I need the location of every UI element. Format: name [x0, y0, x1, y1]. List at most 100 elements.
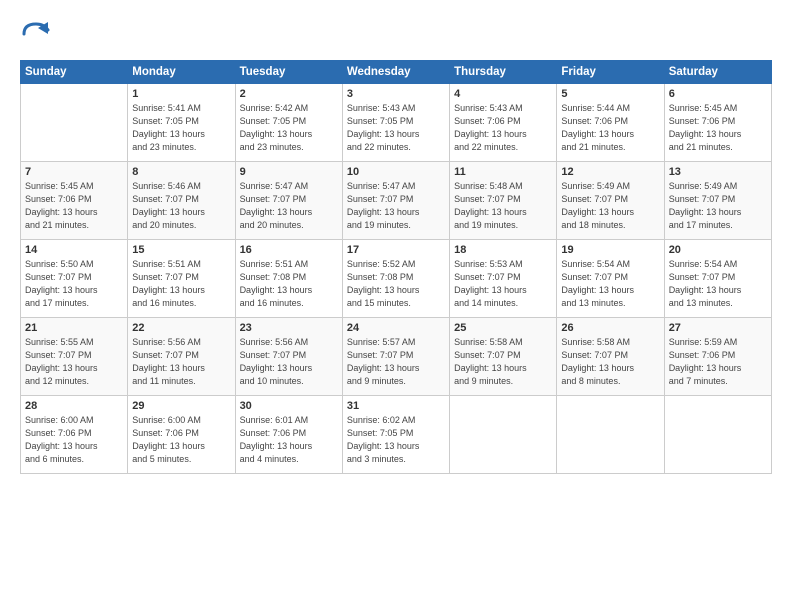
day-info: Sunrise: 5:47 AM Sunset: 7:07 PM Dayligh…: [240, 180, 338, 232]
calendar-day-cell: 31 Sunrise: 6:02 AM Sunset: 7:05 PM Dayli…: [342, 396, 449, 474]
day-info: Sunrise: 5:44 AM Sunset: 7:06 PM Dayligh…: [561, 102, 659, 154]
header: [20, 18, 772, 50]
day-number: 31: [347, 400, 445, 412]
calendar-day-cell: 22Sunrise: 5:56 AM Sunset: 7:07 PM Dayli…: [128, 318, 235, 396]
calendar-day-cell: 30 Sunrise: 6:01 AM Sunset: 7:06 PM Dayli…: [235, 396, 342, 474]
calendar-day-cell: 5Sunrise: 5:44 AM Sunset: 7:06 PM Daylig…: [557, 84, 664, 162]
day-info: Sunrise: 5:41 AM Sunset: 7:05 PM Dayligh…: [132, 102, 230, 154]
day-info: Sunrise: 5:50 AM Sunset: 7:07 PM Dayligh…: [25, 258, 123, 310]
day-info: Sunrise: 5:59 AM Sunset: 7:06 PM Dayligh…: [669, 336, 767, 388]
calendar-day-cell: 29 Sunrise: 6:00 AM Sunset: 7:06 PM Dayli…: [128, 396, 235, 474]
calendar-day-cell: 11Sunrise: 5:48 AM Sunset: 7:07 PM Dayli…: [450, 162, 557, 240]
day-number: 10: [347, 166, 445, 178]
calendar-day-cell: 19 Sunrise: 5:54 AM Sunset: 7:07 PM Dayli…: [557, 240, 664, 318]
day-number: 1: [132, 88, 230, 100]
day-info: Sunrise: 5:54 AM Sunset: 7:07 PM Dayligh…: [561, 258, 659, 310]
day-number: 8: [132, 166, 230, 178]
day-info: Sunrise: 5:45 AM Sunset: 7:06 PM Dayligh…: [669, 102, 767, 154]
day-number: 7: [25, 166, 123, 178]
day-info: Sunrise: 5:57 AM Sunset: 7:07 PM Dayligh…: [347, 336, 445, 388]
day-info: Sunrise: 5:45 AM Sunset: 7:06 PM Dayligh…: [25, 180, 123, 232]
day-number: 25: [454, 322, 552, 334]
day-info: Sunrise: 5:47 AM Sunset: 7:07 PM Dayligh…: [347, 180, 445, 232]
day-number: 11: [454, 166, 552, 178]
day-info: Sunrise: 5:53 AM Sunset: 7:07 PM Dayligh…: [454, 258, 552, 310]
day-number: 4: [454, 88, 552, 100]
calendar-day-cell: [557, 396, 664, 474]
day-number: 22: [132, 322, 230, 334]
calendar-day-header: Wednesday: [342, 61, 449, 84]
calendar-week-row: 14 Sunrise: 5:50 AM Sunset: 7:07 PM Dayli…: [21, 240, 772, 318]
page: SundayMondayTuesdayWednesdayThursdayFrid…: [0, 0, 792, 612]
calendar-week-row: 7 Sunrise: 5:45 AM Sunset: 7:06 PM Daylig…: [21, 162, 772, 240]
calendar-day-header: Tuesday: [235, 61, 342, 84]
calendar-day-cell: 10 Sunrise: 5:47 AM Sunset: 7:07 PM Dayli…: [342, 162, 449, 240]
calendar-day-cell: 9Sunrise: 5:47 AM Sunset: 7:07 PM Daylig…: [235, 162, 342, 240]
day-number: 20: [669, 244, 767, 256]
calendar-day-cell: 14 Sunrise: 5:50 AM Sunset: 7:07 PM Dayli…: [21, 240, 128, 318]
day-info: Sunrise: 5:43 AM Sunset: 7:05 PM Dayligh…: [347, 102, 445, 154]
day-number: 14: [25, 244, 123, 256]
day-number: 19: [561, 244, 659, 256]
day-info: Sunrise: 6:00 AM Sunset: 7:06 PM Dayligh…: [25, 414, 123, 466]
calendar-header-row: SundayMondayTuesdayWednesdayThursdayFrid…: [21, 61, 772, 84]
day-info: Sunrise: 5:52 AM Sunset: 7:08 PM Dayligh…: [347, 258, 445, 310]
day-number: 27: [669, 322, 767, 334]
calendar-week-row: 28 Sunrise: 6:00 AM Sunset: 7:06 PM Dayli…: [21, 396, 772, 474]
day-number: 28: [25, 400, 123, 412]
day-number: 6: [669, 88, 767, 100]
calendar-day-cell: 16 Sunrise: 5:51 AM Sunset: 7:08 PM Dayli…: [235, 240, 342, 318]
calendar-day-cell: 27 Sunrise: 5:59 AM Sunset: 7:06 PM Dayli…: [664, 318, 771, 396]
calendar-day-cell: [21, 84, 128, 162]
day-number: 23: [240, 322, 338, 334]
day-number: 30: [240, 400, 338, 412]
calendar-week-row: 21Sunrise: 5:55 AM Sunset: 7:07 PM Dayli…: [21, 318, 772, 396]
day-number: 29: [132, 400, 230, 412]
calendar-table: SundayMondayTuesdayWednesdayThursdayFrid…: [20, 60, 772, 474]
day-info: Sunrise: 5:46 AM Sunset: 7:07 PM Dayligh…: [132, 180, 230, 232]
calendar-day-cell: 2 Sunrise: 5:42 AM Sunset: 7:05 PM Daylig…: [235, 84, 342, 162]
logo: [20, 18, 56, 50]
day-number: 16: [240, 244, 338, 256]
day-number: 24: [347, 322, 445, 334]
calendar-day-cell: 6 Sunrise: 5:45 AM Sunset: 7:06 PM Daylig…: [664, 84, 771, 162]
calendar-day-cell: 17 Sunrise: 5:52 AM Sunset: 7:08 PM Dayli…: [342, 240, 449, 318]
calendar-day-cell: 25 Sunrise: 5:58 AM Sunset: 7:07 PM Dayli…: [450, 318, 557, 396]
calendar-week-row: 1 Sunrise: 5:41 AM Sunset: 7:05 PM Daylig…: [21, 84, 772, 162]
calendar-day-cell: 21Sunrise: 5:55 AM Sunset: 7:07 PM Dayli…: [21, 318, 128, 396]
day-info: Sunrise: 5:49 AM Sunset: 7:07 PM Dayligh…: [669, 180, 767, 232]
day-info: Sunrise: 5:58 AM Sunset: 7:07 PM Dayligh…: [561, 336, 659, 388]
calendar-day-cell: [450, 396, 557, 474]
day-number: 26: [561, 322, 659, 334]
calendar-day-cell: 18Sunrise: 5:53 AM Sunset: 7:07 PM Dayli…: [450, 240, 557, 318]
day-info: Sunrise: 5:55 AM Sunset: 7:07 PM Dayligh…: [25, 336, 123, 388]
calendar-day-cell: 13 Sunrise: 5:49 AM Sunset: 7:07 PM Dayli…: [664, 162, 771, 240]
day-info: Sunrise: 6:01 AM Sunset: 7:06 PM Dayligh…: [240, 414, 338, 466]
calendar-day-cell: 1 Sunrise: 5:41 AM Sunset: 7:05 PM Daylig…: [128, 84, 235, 162]
calendar-day-cell: 4Sunrise: 5:43 AM Sunset: 7:06 PM Daylig…: [450, 84, 557, 162]
calendar-day-header: Thursday: [450, 61, 557, 84]
calendar-day-cell: 15Sunrise: 5:51 AM Sunset: 7:07 PM Dayli…: [128, 240, 235, 318]
day-number: 12: [561, 166, 659, 178]
calendar-day-cell: 24 Sunrise: 5:57 AM Sunset: 7:07 PM Dayli…: [342, 318, 449, 396]
day-number: 2: [240, 88, 338, 100]
day-info: Sunrise: 5:58 AM Sunset: 7:07 PM Dayligh…: [454, 336, 552, 388]
calendar-day-cell: 26 Sunrise: 5:58 AM Sunset: 7:07 PM Dayli…: [557, 318, 664, 396]
calendar-day-cell: 8 Sunrise: 5:46 AM Sunset: 7:07 PM Daylig…: [128, 162, 235, 240]
day-info: Sunrise: 5:42 AM Sunset: 7:05 PM Dayligh…: [240, 102, 338, 154]
calendar-day-cell: 28 Sunrise: 6:00 AM Sunset: 7:06 PM Dayli…: [21, 396, 128, 474]
calendar-day-cell: 20Sunrise: 5:54 AM Sunset: 7:07 PM Dayli…: [664, 240, 771, 318]
day-number: 17: [347, 244, 445, 256]
day-number: 13: [669, 166, 767, 178]
calendar-day-cell: [664, 396, 771, 474]
calendar-day-header: Saturday: [664, 61, 771, 84]
calendar-day-cell: 3 Sunrise: 5:43 AM Sunset: 7:05 PM Daylig…: [342, 84, 449, 162]
logo-icon: [20, 18, 52, 50]
day-info: Sunrise: 6:02 AM Sunset: 7:05 PM Dayligh…: [347, 414, 445, 466]
day-number: 3: [347, 88, 445, 100]
day-info: Sunrise: 6:00 AM Sunset: 7:06 PM Dayligh…: [132, 414, 230, 466]
calendar-day-cell: 7 Sunrise: 5:45 AM Sunset: 7:06 PM Daylig…: [21, 162, 128, 240]
day-info: Sunrise: 5:49 AM Sunset: 7:07 PM Dayligh…: [561, 180, 659, 232]
day-info: Sunrise: 5:56 AM Sunset: 7:07 PM Dayligh…: [240, 336, 338, 388]
day-info: Sunrise: 5:51 AM Sunset: 7:08 PM Dayligh…: [240, 258, 338, 310]
